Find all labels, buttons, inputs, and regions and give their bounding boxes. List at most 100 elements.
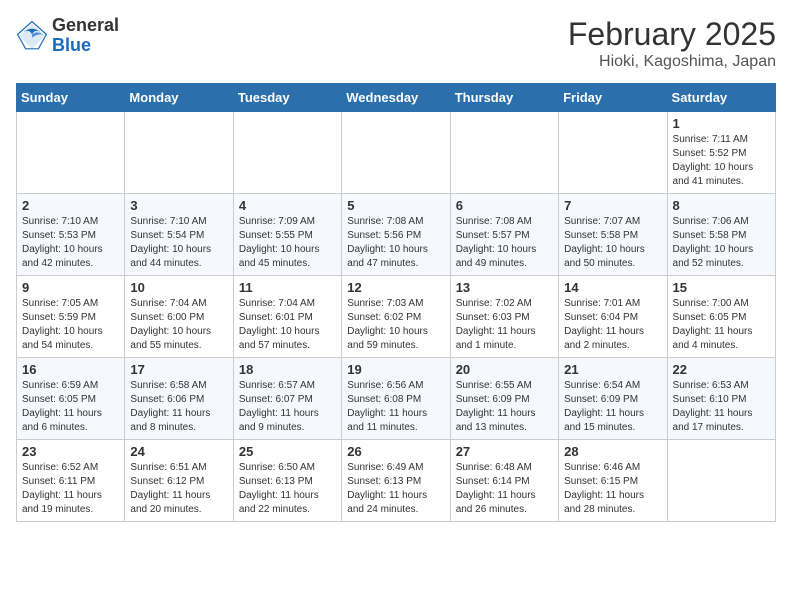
logo-icon bbox=[16, 20, 48, 52]
week-row-2: 9 Sunrise: 7:05 AM Sunset: 5:59 PM Daylig… bbox=[17, 276, 776, 358]
day-info: Sunrise: 6:50 AM Sunset: 6:13 PM Dayligh… bbox=[239, 461, 336, 517]
day-info: Sunrise: 6:55 AM Sunset: 6:09 PM Dayligh… bbox=[456, 379, 553, 435]
calendar-table: SundayMondayTuesdayWednesdayThursdayFrid… bbox=[16, 83, 776, 522]
day-info: Sunrise: 6:59 AM Sunset: 6:05 PM Dayligh… bbox=[22, 379, 119, 435]
day-number: 6 bbox=[456, 198, 553, 213]
weekday-thursday: Thursday bbox=[450, 84, 558, 112]
day-info: Sunrise: 7:05 AM Sunset: 5:59 PM Dayligh… bbox=[22, 297, 119, 353]
calendar-cell: 10 Sunrise: 7:04 AM Sunset: 6:00 PM Dayli… bbox=[125, 276, 233, 358]
week-row-0: 1 Sunrise: 7:11 AM Sunset: 5:52 PM Daylig… bbox=[17, 112, 776, 194]
calendar-cell: 15 Sunrise: 7:00 AM Sunset: 6:05 PM Dayli… bbox=[667, 276, 775, 358]
day-number: 12 bbox=[347, 280, 444, 295]
weekday-wednesday: Wednesday bbox=[342, 84, 450, 112]
day-number: 2 bbox=[22, 198, 119, 213]
day-info: Sunrise: 7:02 AM Sunset: 6:03 PM Dayligh… bbox=[456, 297, 553, 353]
day-number: 23 bbox=[22, 444, 119, 459]
day-info: Sunrise: 6:53 AM Sunset: 6:10 PM Dayligh… bbox=[673, 379, 770, 435]
day-number: 15 bbox=[673, 280, 770, 295]
day-number: 16 bbox=[22, 362, 119, 377]
day-number: 28 bbox=[564, 444, 661, 459]
page-header: General Blue February 2025 Hioki, Kagosh… bbox=[16, 16, 776, 71]
day-number: 18 bbox=[239, 362, 336, 377]
week-row-3: 16 Sunrise: 6:59 AM Sunset: 6:05 PM Dayli… bbox=[17, 358, 776, 440]
calendar-cell bbox=[450, 112, 558, 194]
day-number: 5 bbox=[347, 198, 444, 213]
calendar-cell: 5 Sunrise: 7:08 AM Sunset: 5:56 PM Daylig… bbox=[342, 194, 450, 276]
day-info: Sunrise: 7:03 AM Sunset: 6:02 PM Dayligh… bbox=[347, 297, 444, 353]
day-info: Sunrise: 7:04 AM Sunset: 6:01 PM Dayligh… bbox=[239, 297, 336, 353]
calendar-cell: 16 Sunrise: 6:59 AM Sunset: 6:05 PM Dayli… bbox=[17, 358, 125, 440]
day-number: 10 bbox=[130, 280, 227, 295]
calendar-title: February 2025 bbox=[568, 16, 776, 53]
day-number: 24 bbox=[130, 444, 227, 459]
calendar-cell: 20 Sunrise: 6:55 AM Sunset: 6:09 PM Dayli… bbox=[450, 358, 558, 440]
day-info: Sunrise: 7:01 AM Sunset: 6:04 PM Dayligh… bbox=[564, 297, 661, 353]
day-info: Sunrise: 6:54 AM Sunset: 6:09 PM Dayligh… bbox=[564, 379, 661, 435]
day-number: 20 bbox=[456, 362, 553, 377]
day-number: 3 bbox=[130, 198, 227, 213]
calendar-subtitle: Hioki, Kagoshima, Japan bbox=[568, 53, 776, 71]
weekday-monday: Monday bbox=[125, 84, 233, 112]
day-info: Sunrise: 7:09 AM Sunset: 5:55 PM Dayligh… bbox=[239, 215, 336, 271]
day-number: 27 bbox=[456, 444, 553, 459]
calendar-cell: 7 Sunrise: 7:07 AM Sunset: 5:58 PM Daylig… bbox=[559, 194, 667, 276]
calendar-cell: 9 Sunrise: 7:05 AM Sunset: 5:59 PM Daylig… bbox=[17, 276, 125, 358]
day-number: 8 bbox=[673, 198, 770, 213]
calendar-cell: 13 Sunrise: 7:02 AM Sunset: 6:03 PM Dayli… bbox=[450, 276, 558, 358]
day-number: 13 bbox=[456, 280, 553, 295]
calendar-cell: 17 Sunrise: 6:58 AM Sunset: 6:06 PM Dayli… bbox=[125, 358, 233, 440]
day-number: 17 bbox=[130, 362, 227, 377]
day-info: Sunrise: 6:46 AM Sunset: 6:15 PM Dayligh… bbox=[564, 461, 661, 517]
day-number: 21 bbox=[564, 362, 661, 377]
day-number: 25 bbox=[239, 444, 336, 459]
weekday-header-row: SundayMondayTuesdayWednesdayThursdayFrid… bbox=[17, 84, 776, 112]
calendar-cell: 8 Sunrise: 7:06 AM Sunset: 5:58 PM Daylig… bbox=[667, 194, 775, 276]
calendar-cell: 21 Sunrise: 6:54 AM Sunset: 6:09 PM Dayli… bbox=[559, 358, 667, 440]
day-info: Sunrise: 6:58 AM Sunset: 6:06 PM Dayligh… bbox=[130, 379, 227, 435]
day-number: 14 bbox=[564, 280, 661, 295]
day-info: Sunrise: 7:08 AM Sunset: 5:56 PM Dayligh… bbox=[347, 215, 444, 271]
weekday-saturday: Saturday bbox=[667, 84, 775, 112]
day-number: 19 bbox=[347, 362, 444, 377]
calendar-cell: 12 Sunrise: 7:03 AM Sunset: 6:02 PM Dayli… bbox=[342, 276, 450, 358]
day-number: 11 bbox=[239, 280, 336, 295]
day-info: Sunrise: 7:10 AM Sunset: 5:54 PM Dayligh… bbox=[130, 215, 227, 271]
day-number: 1 bbox=[673, 116, 770, 131]
calendar-cell: 24Sunrise: 6:51 AM Sunset: 6:12 PM Dayli… bbox=[125, 440, 233, 522]
day-info: Sunrise: 7:11 AM Sunset: 5:52 PM Dayligh… bbox=[673, 133, 770, 189]
day-number: 9 bbox=[22, 280, 119, 295]
week-row-1: 2Sunrise: 7:10 AM Sunset: 5:53 PM Daylig… bbox=[17, 194, 776, 276]
calendar-cell bbox=[667, 440, 775, 522]
day-info: Sunrise: 7:06 AM Sunset: 5:58 PM Dayligh… bbox=[673, 215, 770, 271]
calendar-cell: 14 Sunrise: 7:01 AM Sunset: 6:04 PM Dayli… bbox=[559, 276, 667, 358]
calendar-cell bbox=[125, 112, 233, 194]
day-info: Sunrise: 7:00 AM Sunset: 6:05 PM Dayligh… bbox=[673, 297, 770, 353]
logo-text: General Blue bbox=[52, 16, 119, 56]
calendar-cell: 11 Sunrise: 7:04 AM Sunset: 6:01 PM Dayli… bbox=[233, 276, 341, 358]
calendar-cell: 22 Sunrise: 6:53 AM Sunset: 6:10 PM Dayli… bbox=[667, 358, 775, 440]
calendar-cell: 1 Sunrise: 7:11 AM Sunset: 5:52 PM Daylig… bbox=[667, 112, 775, 194]
day-number: 4 bbox=[239, 198, 336, 213]
calendar-cell: 26Sunrise: 6:49 AM Sunset: 6:13 PM Dayli… bbox=[342, 440, 450, 522]
calendar-cell: 25 Sunrise: 6:50 AM Sunset: 6:13 PM Dayli… bbox=[233, 440, 341, 522]
calendar-cell: 23 Sunrise: 6:52 AM Sunset: 6:11 PM Dayli… bbox=[17, 440, 125, 522]
calendar-cell: 4 Sunrise: 7:09 AM Sunset: 5:55 PM Daylig… bbox=[233, 194, 341, 276]
calendar-cell: 2Sunrise: 7:10 AM Sunset: 5:53 PM Daylig… bbox=[17, 194, 125, 276]
day-info: Sunrise: 6:52 AM Sunset: 6:11 PM Dayligh… bbox=[22, 461, 119, 517]
day-info: Sunrise: 7:07 AM Sunset: 5:58 PM Dayligh… bbox=[564, 215, 661, 271]
calendar-cell bbox=[559, 112, 667, 194]
calendar-cell: 19 Sunrise: 6:56 AM Sunset: 6:08 PM Dayli… bbox=[342, 358, 450, 440]
day-info: Sunrise: 7:08 AM Sunset: 5:57 PM Dayligh… bbox=[456, 215, 553, 271]
calendar-cell: 3 Sunrise: 7:10 AM Sunset: 5:54 PM Daylig… bbox=[125, 194, 233, 276]
day-number: 22 bbox=[673, 362, 770, 377]
day-number: 7 bbox=[564, 198, 661, 213]
week-row-4: 23 Sunrise: 6:52 AM Sunset: 6:11 PM Dayli… bbox=[17, 440, 776, 522]
calendar-cell bbox=[342, 112, 450, 194]
weekday-sunday: Sunday bbox=[17, 84, 125, 112]
day-info: Sunrise: 6:49 AM Sunset: 6:13 PM Dayligh… bbox=[347, 461, 444, 517]
calendar-cell: 27Sunrise: 6:48 AM Sunset: 6:14 PM Dayli… bbox=[450, 440, 558, 522]
weekday-tuesday: Tuesday bbox=[233, 84, 341, 112]
day-info: Sunrise: 6:56 AM Sunset: 6:08 PM Dayligh… bbox=[347, 379, 444, 435]
day-info: Sunrise: 7:04 AM Sunset: 6:00 PM Dayligh… bbox=[130, 297, 227, 353]
calendar-cell bbox=[17, 112, 125, 194]
